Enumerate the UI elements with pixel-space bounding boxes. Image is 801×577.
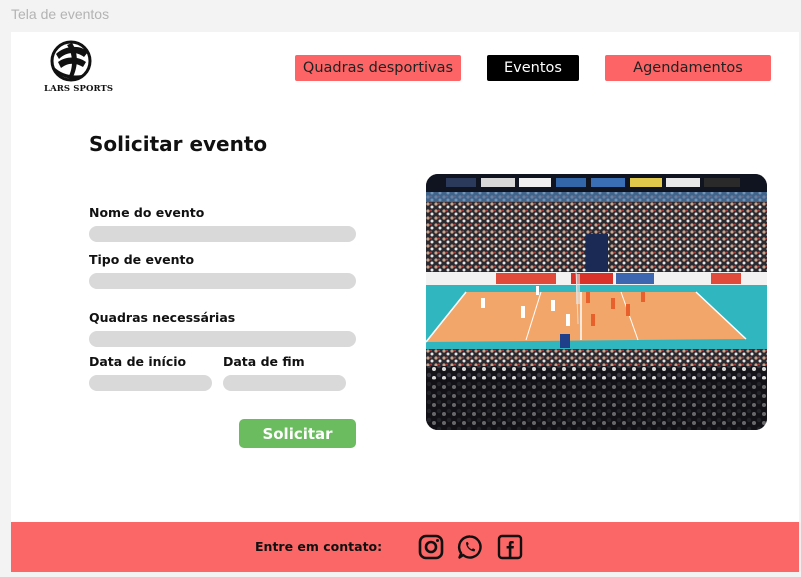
end-date-label: Data de fim <box>223 354 305 369</box>
event-type-label: Tipo de evento <box>89 252 195 267</box>
courts-needed-label: Quadras necessárias <box>89 310 236 325</box>
nav-agendamentos[interactable]: Agendamentos <box>605 55 771 81</box>
brand-logo[interactable]: LARS SPORTS <box>44 40 114 96</box>
nav-eventos[interactable]: Eventos <box>487 55 579 81</box>
brand-name: LARS SPORTS <box>44 84 114 94</box>
volleyball-logo-icon <box>50 40 92 82</box>
nav-quadras-desportivas[interactable]: Quadras desportivas <box>295 55 461 81</box>
event-name-input[interactable] <box>89 226 356 242</box>
courts-needed-input[interactable] <box>89 331 356 347</box>
volleyball-arena-photo <box>426 174 767 430</box>
instagram-icon[interactable] <box>418 534 444 560</box>
event-type-input[interactable] <box>89 273 356 289</box>
start-date-label: Data de início <box>89 354 187 369</box>
footer: Entre em contato: <box>11 522 799 572</box>
events-page: LARS SPORTS Quadras desportivas Eventos … <box>11 32 799 571</box>
whatsapp-icon[interactable] <box>457 534 483 560</box>
end-date-input[interactable] <box>223 375 346 391</box>
start-date-input[interactable] <box>89 375 212 391</box>
form-title: Solicitar evento <box>89 132 268 156</box>
facebook-icon[interactable] <box>497 534 523 560</box>
contact-label: Entre em contato: <box>255 539 383 554</box>
frame-label: Tela de eventos <box>11 6 110 22</box>
submit-button[interactable]: Solicitar <box>239 419 356 448</box>
event-name-label: Nome do evento <box>89 205 205 220</box>
